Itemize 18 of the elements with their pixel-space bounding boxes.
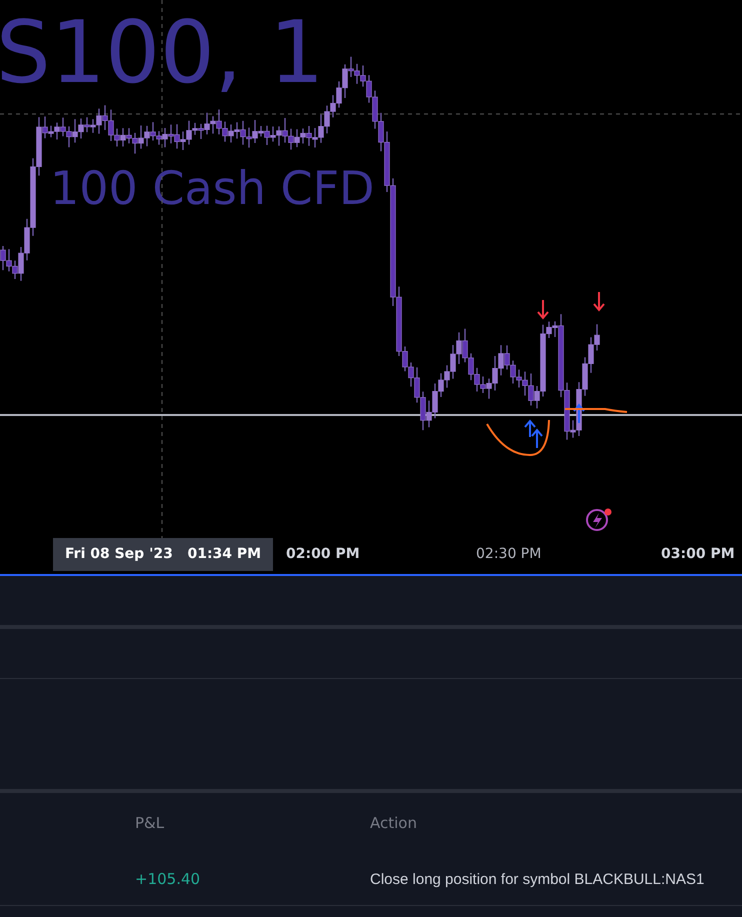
up-arrow xyxy=(524,419,536,438)
down-arrow xyxy=(537,299,549,320)
column-header: P&L xyxy=(135,814,164,832)
time-tick-label: 02:30 PM xyxy=(476,546,542,562)
symbol-watermark: S100, 1 xyxy=(0,3,324,103)
crosshair-time-label: Fri 08 Sep '23 01:34 PM xyxy=(53,538,274,571)
down-arrow xyxy=(593,291,605,312)
pnl-cell: +105.40 xyxy=(135,870,200,888)
hand-drawn-line xyxy=(565,408,628,413)
time-tick-label: 02:00 PM xyxy=(286,546,360,562)
column-header: Action xyxy=(370,814,417,832)
time-tick-label: 03:00 PM xyxy=(661,546,735,562)
up-arrow xyxy=(573,403,585,424)
hand-drawn-curve xyxy=(486,420,550,456)
lightning-icon[interactable] xyxy=(586,508,612,531)
description-watermark: 100 Cash CFD xyxy=(50,161,374,215)
action-cell: Close long position for symbol BLACKBULL:NAS1 xyxy=(370,870,704,888)
up-arrow xyxy=(531,428,543,449)
